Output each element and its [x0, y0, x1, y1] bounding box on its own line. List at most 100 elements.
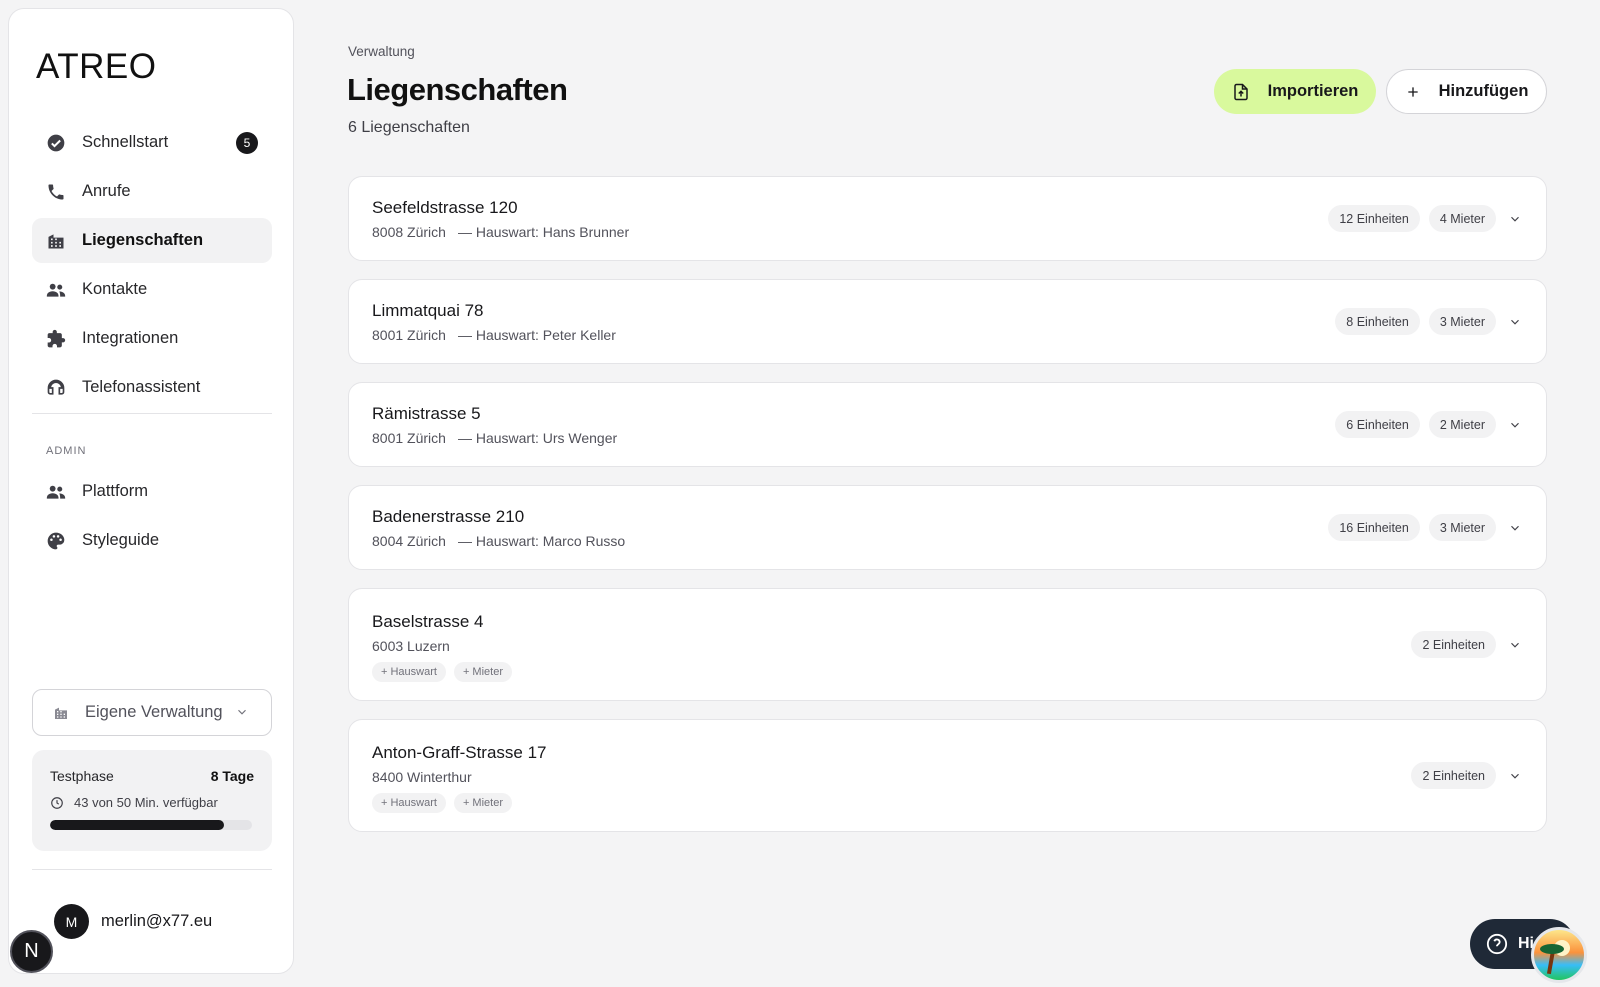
property-count: 6 Liegenschaften: [348, 119, 470, 136]
organization-select[interactable]: Eigene Verwaltung: [32, 689, 272, 736]
property-name: Rämistrasse 5: [372, 404, 481, 423]
property-name: Anton-Graff-Strasse 17: [372, 743, 547, 762]
tenants-chip: 3 Mieter: [1428, 308, 1496, 335]
user-profile[interactable]: M merlin@x77.eu: [54, 904, 212, 939]
sidebar-item-label: Schnellstart: [82, 133, 169, 151]
dev-tools-button[interactable]: N: [10, 930, 53, 973]
chevron-down-icon[interactable]: [1508, 418, 1522, 432]
trial-title: Testphase: [50, 768, 114, 784]
property-details: 8001 Zürich — Hauswart: Urs Wenger: [372, 430, 617, 446]
chevron-down-icon: [235, 705, 249, 719]
sidebar-item-label: Anrufe: [82, 182, 131, 200]
chevron-down-icon[interactable]: [1508, 212, 1522, 226]
trial-card: Testphase 8 Tage 43 von 50 Min. verfügba…: [32, 750, 272, 851]
avatar: M: [54, 904, 89, 939]
add-tenant-tag[interactable]: + Mieter: [453, 662, 512, 682]
sidebar-item-anrufe[interactable]: Anrufe: [32, 169, 272, 214]
units-chip: 8 Einheiten: [1335, 308, 1420, 335]
property-chips: 6 Einheiten 2 Mieter: [1335, 411, 1496, 438]
chevron-down-icon[interactable]: [1508, 769, 1522, 783]
property-card[interactable]: Limmatquai 78 8001 Zürich — Hauswart: Pet…: [348, 279, 1547, 364]
property-details: 8001 Zürich — Hauswart: Peter Keller: [372, 327, 616, 343]
avatar-palm-leaves: [1540, 944, 1564, 954]
property-location: 6003 Luzern: [372, 638, 450, 654]
sidebar-item-label: Integrationen: [82, 329, 179, 347]
main-nav: Schnellstart 5 Anrufe Liegenschaften Kon…: [32, 120, 272, 414]
sidebar-divider: [32, 413, 272, 414]
property-chips: 2 Einheiten: [1411, 762, 1496, 789]
admin-section-label: ADMIN: [46, 445, 87, 457]
breadcrumb: Verwaltung: [348, 44, 415, 59]
file-upload-icon: [1232, 83, 1250, 101]
help-circle-icon: [1486, 933, 1508, 955]
property-card[interactable]: Baselstrasse 4 6003 Luzern + Hauswart + …: [348, 588, 1547, 701]
sidebar-item-liegenschaften[interactable]: Liegenschaften: [32, 218, 272, 263]
sidebar-item-label: Kontakte: [82, 280, 148, 298]
property-card[interactable]: Anton-Graff-Strasse 17 8400 Winterthur +…: [348, 719, 1547, 832]
sidebar-item-label: Telefonassistent: [82, 378, 201, 396]
import-button-label: Importieren: [1267, 82, 1359, 100]
add-caretaker-tag[interactable]: + Hauswart: [372, 793, 446, 813]
clock-icon: [50, 796, 64, 810]
property-card[interactable]: Seefeldstrasse 120 8008 Zürich — Hauswart…: [348, 176, 1547, 261]
sidebar-item-kontakte[interactable]: Kontakte: [32, 267, 272, 312]
people-icon: [46, 280, 66, 300]
admin-nav: Plattform Styleguide: [32, 469, 272, 567]
property-name: Limmatquai 78: [372, 301, 484, 320]
units-chip: 2 Einheiten: [1411, 631, 1496, 658]
property-card[interactable]: Badenerstrasse 210 8004 Zürich — Hauswart…: [348, 485, 1547, 570]
property-location: 8004 Zürich: [372, 533, 446, 549]
property-caretaker: — Hauswart: Peter Keller: [457, 327, 616, 343]
add-button[interactable]: Hinzufügen: [1386, 69, 1547, 114]
notification-badge: 5: [236, 132, 258, 154]
property-chips: 12 Einheiten 4 Mieter: [1328, 205, 1496, 232]
headset-icon: [46, 378, 66, 398]
page-title: Liegenschaften: [347, 72, 568, 107]
tenants-chip: 4 Mieter: [1428, 205, 1496, 232]
chevron-down-icon[interactable]: [1508, 521, 1522, 535]
people-icon: [46, 482, 66, 502]
property-details: 8004 Zürich — Hauswart: Marco Russo: [372, 533, 625, 549]
property-location: 8001 Zürich: [372, 430, 446, 446]
sidebar-divider: [32, 869, 272, 870]
sidebar-item-telefonassistent[interactable]: Telefonassistent: [32, 365, 272, 410]
add-button-label: Hinzufügen: [1438, 82, 1529, 100]
property-add-tags: + Hauswart + Mieter: [372, 662, 512, 682]
property-name: Badenerstrasse 210: [372, 507, 525, 526]
sidebar-item-schnellstart[interactable]: Schnellstart 5: [32, 120, 272, 165]
sidebar-item-integrationen[interactable]: Integrationen: [32, 316, 272, 361]
units-chip: 12 Einheiten: [1328, 205, 1420, 232]
import-button[interactable]: Importieren: [1214, 69, 1376, 114]
add-caretaker-tag[interactable]: + Hauswart: [372, 662, 446, 682]
building-icon: [46, 231, 66, 251]
tenants-chip: 2 Mieter: [1428, 411, 1496, 438]
property-caretaker: — Hauswart: Marco Russo: [457, 533, 626, 549]
sidebar-item-label: Styleguide: [82, 531, 160, 549]
property-add-tags: + Hauswart + Mieter: [372, 793, 512, 813]
support-avatar[interactable]: [1531, 927, 1587, 983]
chevron-down-icon[interactable]: [1508, 638, 1522, 652]
building-icon: [53, 705, 69, 721]
property-card[interactable]: Rämistrasse 5 8001 Zürich — Hauswart: Urs…: [348, 382, 1547, 467]
puzzle-icon: [46, 329, 66, 349]
tenants-chip: 3 Mieter: [1428, 514, 1496, 541]
organization-select-value: Eigene Verwaltung: [85, 703, 223, 721]
sidebar-item-label: Plattform: [82, 482, 149, 500]
trial-progress-bar: [50, 820, 252, 830]
property-location: 8008 Zürich: [372, 224, 446, 240]
property-details: 8008 Zürich — Hauswart: Hans Brunner: [372, 224, 629, 240]
trial-days-left: 8 Tage: [210, 768, 254, 784]
trial-progress-fill: [50, 820, 224, 830]
user-email: merlin@x77.eu: [101, 912, 213, 930]
property-chips: 2 Einheiten: [1411, 631, 1496, 658]
app-logo: ATREO: [36, 47, 157, 86]
plus-icon: [1405, 84, 1421, 100]
chevron-down-icon[interactable]: [1508, 315, 1522, 329]
sidebar-item-plattform[interactable]: Plattform: [32, 469, 272, 514]
trial-minutes-info: 43 von 50 Min. verfügbar: [50, 795, 218, 810]
add-tenant-tag[interactable]: + Mieter: [453, 793, 512, 813]
sidebar-item-styleguide[interactable]: Styleguide: [32, 518, 272, 563]
property-name: Baselstrasse 4: [372, 612, 484, 631]
units-chip: 6 Einheiten: [1335, 411, 1420, 438]
property-caretaker: — Hauswart: Hans Brunner: [457, 224, 630, 240]
